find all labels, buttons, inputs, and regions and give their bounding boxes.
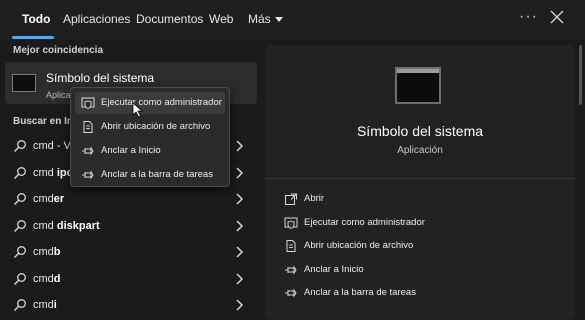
pin-taskbar-icon [81,168,95,182]
shield-run-icon [284,216,298,230]
search-icon [14,166,26,179]
chevron-right-icon[interactable] [233,192,245,206]
chevron-right-icon[interactable] [233,245,245,259]
web-result-item[interactable]: cmdb [5,242,255,264]
chevron-right-icon[interactable] [233,272,245,286]
tab-web[interactable]: Web [209,12,233,26]
terminal-icon [12,74,36,92]
context-menu-item-label: Abrir ubicación de archivo [101,121,211,132]
shield-run-icon [81,96,95,110]
preview-action-label: Abrir [304,193,325,204]
preview-action-label: Anclar a la barra de tareas [304,287,416,298]
file-location-icon [81,120,95,134]
preview-action-item[interactable]: Abrir ubicación de archivo [282,237,562,257]
search-icon [14,219,26,232]
context-menu-item[interactable]: Ejecutar como administrador [75,92,225,114]
web-result-item[interactable]: cmdd [5,269,255,291]
tab-aplicaciones[interactable]: Aplicaciones [63,12,130,26]
preview-action-item[interactable]: Anclar a Inicio [282,261,562,281]
close-icon[interactable] [548,8,566,26]
file-location-icon [284,239,298,253]
terminal-icon [395,67,441,104]
chevron-right-icon[interactable] [233,298,245,312]
more-options-button[interactable]: ··· [519,8,538,26]
tab-mas[interactable]: Más [248,12,283,26]
context-menu-item[interactable]: Anclar a la barra de tareas [75,164,225,186]
pin-icon [81,144,95,158]
active-tab-indicator [12,36,54,39]
context-menu: Ejecutar como administrador Abrir ubicac… [70,87,230,187]
preview-title: Símbolo del sistema [356,123,484,139]
preview-subtitle: Aplicación [397,145,443,156]
search-tabs-bar: Todo Aplicaciones Documentos Web Más ··· [0,0,585,40]
scrollbar[interactable] [579,45,582,105]
search-icon [14,246,26,258]
chevron-right-icon[interactable] [233,139,245,153]
web-result-label: cmd - V [33,140,71,152]
preview-action-item[interactable]: Abrir [282,190,562,210]
pin-icon [284,263,298,277]
open-icon [284,192,298,206]
pin-taskbar-icon [284,286,298,300]
preview-action-label: Abrir ubicación de archivo [304,240,414,251]
context-menu-item-label: Anclar a la barra de tareas [101,169,213,180]
best-match-heading: Mejor coincidencia [13,45,104,56]
best-match-title: Símbolo del sistema [46,71,155,85]
web-result-label: cmd diskpart [33,219,100,232]
context-menu-item[interactable]: Abrir ubicación de archivo [75,116,225,138]
search-icon [14,299,26,311]
preview-action-label: Anclar a Inicio [304,263,364,275]
context-menu-item-label: Ejecutar como administrador [101,97,222,108]
context-menu-item[interactable]: Anclar a Inicio [75,140,225,162]
web-result-label: cmdd [33,272,61,285]
web-result-label: cmdi [33,299,57,311]
web-result-item[interactable]: cmder [5,189,255,211]
web-result-label: cmdb [33,246,61,258]
web-result-label: cmd ipc [33,166,73,179]
context-menu-item-label: Anclar a Inicio [101,145,161,156]
tab-todo[interactable]: Todo [22,12,50,26]
chevron-down-icon [274,17,283,23]
search-icon [14,193,26,205]
divider [265,178,575,179]
mouse-cursor-icon [132,102,144,118]
chevron-right-icon[interactable] [233,219,245,233]
preview-action-item[interactable]: Ejecutar como administrador [282,214,562,234]
tab-documentos[interactable]: Documentos [136,12,203,26]
tab-mas-label: Más [248,12,271,26]
web-result-item[interactable]: cmdi [5,295,255,317]
preview-action-item[interactable]: Anclar a la barra de tareas [282,284,562,304]
web-result-item[interactable]: cmd diskpart [5,216,255,238]
search-icon [14,140,26,152]
search-icon [14,272,26,285]
preview-action-label: Ejecutar como administrador [304,216,425,228]
web-result-label: cmder [33,193,65,205]
chevron-right-icon[interactable] [233,166,245,180]
